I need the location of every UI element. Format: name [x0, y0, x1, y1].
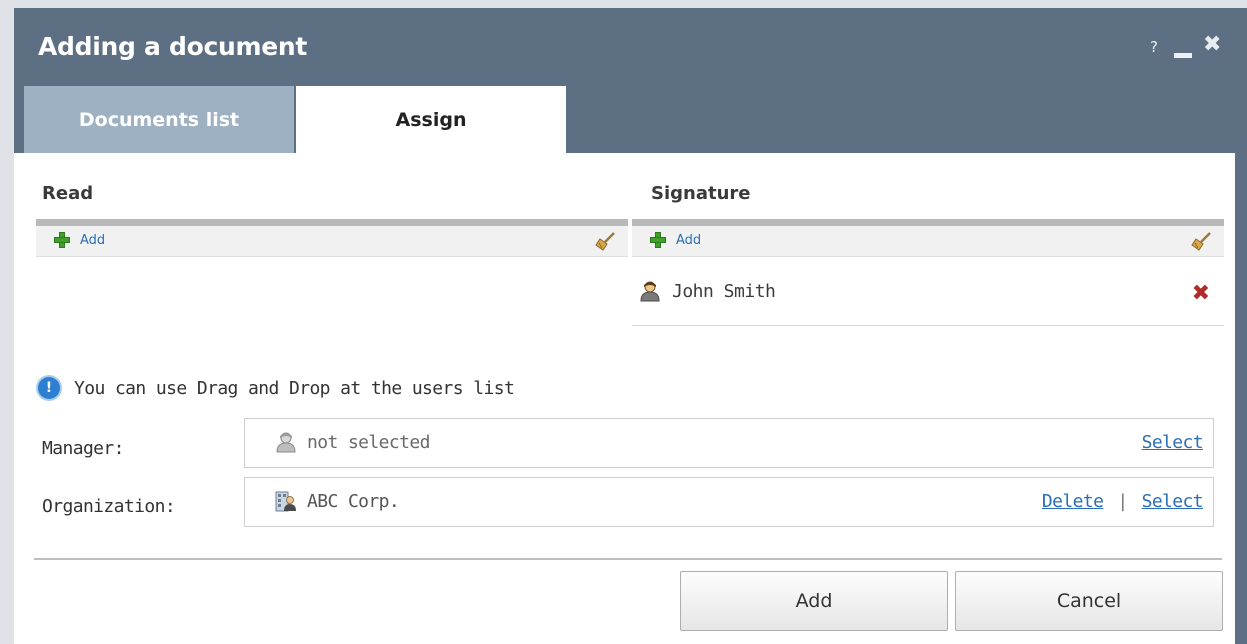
plus-icon: [54, 232, 70, 248]
organization-label: Organization:: [42, 496, 176, 517]
signature-panel-toolbar: Add: [632, 226, 1224, 257]
organization-delete-link[interactable]: Delete: [1042, 491, 1104, 512]
minimize-icon[interactable]: [1174, 53, 1192, 58]
read-add-button[interactable]: Add: [54, 232, 105, 248]
signature-panel: Add John Smith ✖: [632, 219, 1224, 329]
tab-assign[interactable]: Assign: [296, 86, 566, 154]
user-name: John Smith: [672, 280, 776, 302]
organization-field: ABC Corp. Delete | Select: [244, 477, 1214, 527]
panel-header-bar: [632, 219, 1224, 226]
list-item[interactable]: John Smith ✖: [632, 257, 1224, 326]
add-button[interactable]: Add: [680, 571, 948, 631]
signature-add-button[interactable]: Add: [650, 232, 701, 248]
read-panel-title: Read: [42, 183, 94, 204]
plus-icon: [650, 232, 666, 248]
read-panel-toolbar: Add: [36, 226, 628, 257]
read-add-label: Add: [80, 232, 106, 248]
close-icon[interactable]: ✖: [1192, 281, 1210, 306]
cancel-button[interactable]: Cancel: [955, 571, 1223, 631]
organization-select-link[interactable]: Select: [1142, 491, 1204, 512]
manager-actions: Select: [1142, 432, 1204, 453]
link-separator: |: [1117, 491, 1128, 512]
title-bar[interactable]: Adding a document ? ✖: [14, 8, 1247, 86]
hint-text: You can use Drag and Drop at the users l…: [74, 377, 515, 399]
info-icon: !: [38, 377, 60, 399]
organization-value: ABC Corp.: [307, 491, 400, 512]
organization-actions: Delete | Select: [1042, 491, 1204, 512]
manager-value: not selected: [307, 432, 430, 453]
help-icon[interactable]: ?: [1150, 38, 1158, 56]
panel-header-bar: [36, 219, 628, 226]
user-icon: [640, 281, 660, 302]
manager-field: not selected Select: [244, 418, 1214, 468]
manager-label: Manager:: [42, 438, 125, 459]
user-icon: [276, 432, 296, 453]
broom-icon[interactable]: [1190, 231, 1212, 251]
drag-drop-hint: ! You can use Drag and Drop at the users…: [38, 377, 515, 399]
signature-panel-title: Signature: [651, 183, 751, 204]
tab-documents-list[interactable]: Documents list: [24, 86, 294, 153]
dialog-title: Adding a document: [38, 32, 308, 61]
manager-select-link[interactable]: Select: [1142, 432, 1204, 453]
add-document-dialog: Adding a document ? ✖ Documents list Ass…: [14, 8, 1247, 644]
assign-tab-content: Read Add Signature Add John Smith ✖ ! Yo…: [14, 153, 1235, 644]
divider: [34, 558, 1222, 560]
building-user-icon: [275, 491, 296, 512]
broom-icon[interactable]: [594, 231, 616, 251]
read-panel: Add: [36, 219, 628, 329]
close-icon[interactable]: ✖: [1203, 32, 1221, 57]
signature-add-label: Add: [676, 232, 702, 248]
